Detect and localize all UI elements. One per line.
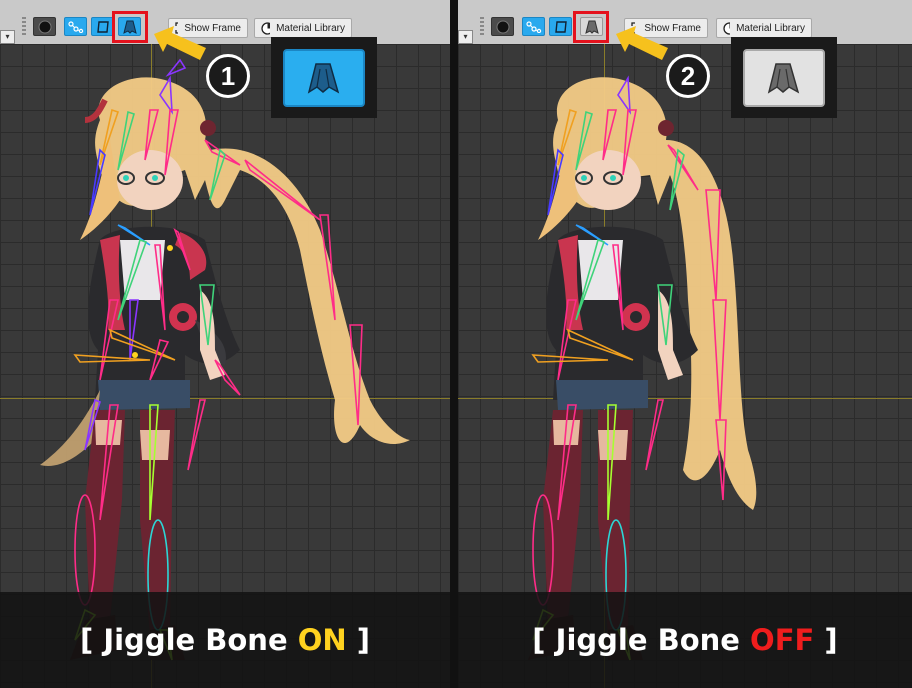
step-badge: 2 bbox=[666, 54, 710, 98]
frame-icon bbox=[554, 20, 567, 33]
toolbar-dropdown[interactable]: ▾ bbox=[0, 30, 15, 44]
caption-text: Jiggle Bone bbox=[555, 623, 751, 657]
viewer-toolbar: ▾ Show Frame Material Library bbox=[458, 0, 912, 45]
caption-text: Jiggle Bone bbox=[103, 623, 298, 657]
skirt-icon bbox=[307, 62, 340, 94]
caption-state: OFF bbox=[750, 623, 815, 657]
material-library-button[interactable]: Material Library bbox=[716, 18, 812, 38]
comparison-image: ▾ Show Frame Material Library 1 [Jiggle… bbox=[0, 0, 912, 688]
caption-close-bracket: ] bbox=[346, 623, 371, 657]
material-library-label: Material Library bbox=[276, 22, 345, 34]
caption-bar: [ Jiggle Bone ON ] bbox=[0, 592, 450, 688]
caption-state: ON bbox=[297, 623, 347, 657]
panel-jiggle-on: ▾ Show Frame Material Library 1 [Jiggle… bbox=[0, 0, 450, 688]
sphere-icon bbox=[496, 20, 509, 33]
sphere-icon bbox=[38, 20, 51, 33]
caption-open-bracket: [ bbox=[79, 623, 104, 657]
skirt-icon bbox=[767, 62, 800, 94]
bone-chain-icon bbox=[525, 20, 541, 33]
step-badge: 1 bbox=[206, 54, 250, 98]
panel-divider bbox=[450, 0, 458, 688]
sphere-display-button[interactable] bbox=[33, 17, 56, 36]
zoomed-jiggle-button bbox=[271, 37, 377, 118]
caption-open-bracket: [ bbox=[532, 623, 556, 657]
material-library-icon bbox=[723, 21, 731, 35]
sphere-display-button[interactable] bbox=[491, 17, 514, 36]
frame-display-button[interactable] bbox=[91, 17, 114, 36]
material-library-button[interactable]: Material Library bbox=[254, 18, 352, 38]
highlight-jiggle-button bbox=[573, 11, 609, 43]
zoomed-button-on bbox=[283, 48, 365, 107]
bone-chain-icon bbox=[67, 20, 83, 33]
yellow-pointer-arrow bbox=[616, 26, 668, 60]
viewer-toolbar: ▾ Show Frame Material Library bbox=[0, 0, 450, 45]
material-library-label: Material Library bbox=[736, 22, 805, 34]
toolbar-grip[interactable] bbox=[480, 17, 484, 35]
zoomed-jiggle-button bbox=[731, 37, 837, 118]
toolbar-dropdown[interactable]: ▾ bbox=[458, 30, 473, 44]
zoomed-button-off bbox=[743, 48, 825, 107]
highlight-jiggle-button bbox=[112, 11, 148, 43]
bone-display-button[interactable] bbox=[522, 17, 545, 36]
panel-jiggle-off: ▾ Show Frame Material Library 2 [Jiggle… bbox=[458, 0, 912, 688]
toolbar-grip[interactable] bbox=[22, 17, 26, 35]
bone-display-button[interactable] bbox=[64, 17, 87, 36]
frame-icon bbox=[96, 20, 109, 33]
yellow-pointer-arrow bbox=[154, 26, 206, 60]
caption-bar: [ Jiggle Bone OFF ] bbox=[458, 592, 912, 688]
frame-display-button[interactable] bbox=[549, 17, 572, 36]
material-library-icon bbox=[261, 21, 271, 35]
caption-close-bracket: ] bbox=[814, 623, 838, 657]
